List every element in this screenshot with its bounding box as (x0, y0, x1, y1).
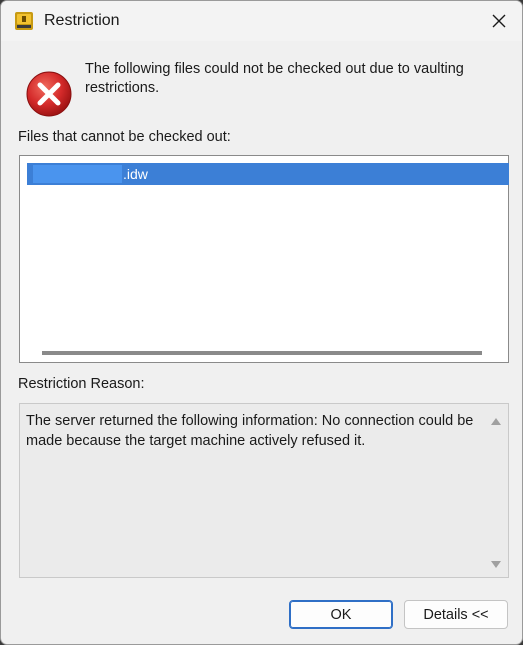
reason-textbox[interactable]: The server returned the following inform… (19, 403, 509, 578)
ok-button[interactable]: OK (289, 600, 393, 629)
vertical-scrollbar[interactable] (485, 404, 508, 577)
files-label: Files that cannot be checked out: (18, 129, 231, 145)
restriction-dialog: Restriction The following files could no… (0, 0, 523, 645)
redacted-filename (33, 165, 122, 183)
scroll-up-icon[interactable] (491, 418, 501, 425)
vault-app-icon (15, 12, 33, 30)
title-bar[interactable]: Restriction (1, 1, 522, 41)
window-title: Restriction (44, 12, 120, 29)
details-button[interactable]: Details << (404, 600, 508, 629)
file-name: .idw (123, 166, 148, 182)
reason-text: The server returned the following inform… (26, 413, 474, 449)
files-list[interactable]: .idw (19, 155, 509, 363)
horizontal-scrollbar[interactable] (42, 351, 482, 355)
list-item[interactable]: .idw (27, 163, 509, 185)
error-message: The following files could not be checked… (85, 61, 464, 96)
close-icon (492, 14, 506, 28)
error-icon (26, 71, 72, 117)
reason-label: Restriction Reason: (18, 376, 145, 392)
close-button[interactable] (476, 1, 522, 41)
scroll-down-icon[interactable] (491, 561, 501, 568)
